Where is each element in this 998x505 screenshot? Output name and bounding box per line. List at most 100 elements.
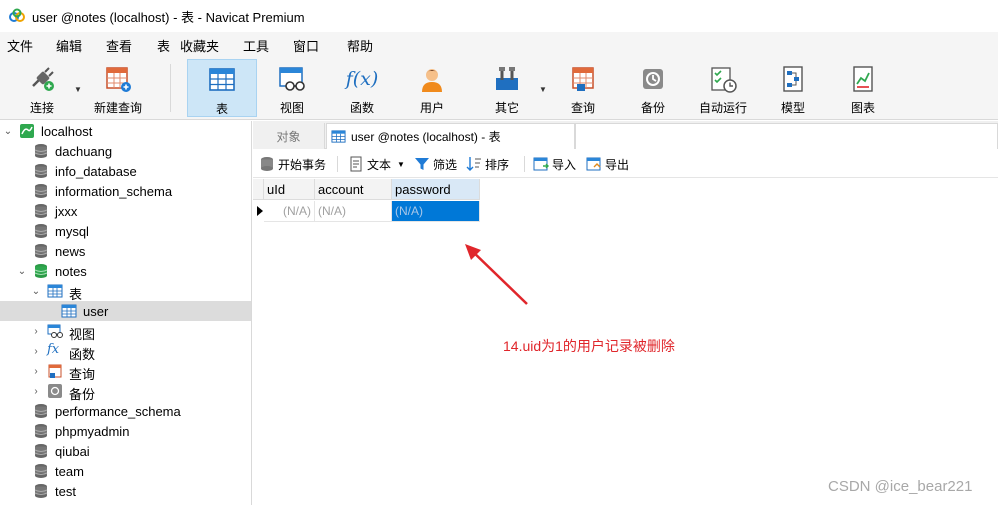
database-icon xyxy=(34,244,48,258)
new-query-button[interactable]: 新建查询 xyxy=(90,59,146,117)
column-header-account[interactable]: account xyxy=(315,179,392,200)
query-label: 查询 xyxy=(570,101,595,115)
text-button[interactable]: 文本 ▼ xyxy=(348,155,405,173)
function-label: 函数 xyxy=(349,101,374,115)
table-button[interactable]: 表 xyxy=(187,59,257,117)
query-button[interactable]: 查询 xyxy=(554,59,612,117)
import-label: 导入 xyxy=(552,157,577,172)
other-dropdown-icon[interactable]: ▼ xyxy=(539,85,547,94)
other-label: 其它 xyxy=(494,101,519,115)
tree-db-team[interactable]: team xyxy=(0,461,251,481)
navicat-window: user @notes (localhost) - 表 - Navicat Pr… xyxy=(0,0,998,505)
tree-label: qiubai xyxy=(55,444,90,459)
tree-label: team xyxy=(55,464,84,479)
begin-transaction-button[interactable]: 开始事务 xyxy=(259,155,326,173)
database-icon xyxy=(34,144,48,158)
tree-table-user[interactable]: user xyxy=(0,301,251,321)
import-button[interactable]: 导入 xyxy=(533,155,576,173)
menu-view[interactable]: 查看 xyxy=(106,36,132,55)
text-dropdown-icon[interactable]: ▼ xyxy=(397,160,405,169)
menu-file[interactable]: 文件 xyxy=(7,36,33,55)
tree-db-performance-schema[interactable]: performance_schema xyxy=(0,401,251,421)
cell-account[interactable]: (N/A) xyxy=(315,201,392,222)
table-icon xyxy=(61,304,77,318)
menu-favorites[interactable]: 收藏夹 xyxy=(180,36,219,55)
sort-button[interactable]: 排序 xyxy=(466,155,509,173)
menu-tools[interactable]: 工具 xyxy=(243,36,269,55)
tree-db-notes[interactable]: ⌄ notes xyxy=(0,261,251,281)
tree-label: localhost xyxy=(41,124,93,139)
watermark: CSDN @ice_bear221 xyxy=(828,478,973,495)
function-button[interactable]: f(x) 函数 xyxy=(333,59,391,117)
database-icon xyxy=(34,444,48,458)
user-button[interactable]: 用户 xyxy=(403,59,461,117)
view-button[interactable]: 视图 xyxy=(263,59,321,117)
export-button[interactable]: 导出 xyxy=(586,155,629,173)
tree-group-tables[interactable]: ⌄ 表 xyxy=(0,281,251,302)
backup-button[interactable]: 备份 xyxy=(624,59,682,117)
chart-button[interactable]: 图表 xyxy=(834,59,892,117)
model-button[interactable]: 模型 xyxy=(764,59,822,117)
tree-db-jxxx[interactable]: jxxx xyxy=(0,201,251,221)
chevron-right-icon[interactable]: › xyxy=(30,341,42,361)
tree-label: performance_schema xyxy=(55,404,181,419)
tree-group-queries[interactable]: › 查询 xyxy=(0,361,251,382)
tree-group-views[interactable]: › 视图 xyxy=(0,321,251,342)
filter-button[interactable]: 筛选 xyxy=(414,155,457,173)
connect-button[interactable]: 连接 xyxy=(18,59,66,117)
export-icon xyxy=(586,156,602,172)
menu-table[interactable]: 表 xyxy=(157,36,170,55)
other-button[interactable]: 其它 xyxy=(478,59,536,117)
chevron-right-icon[interactable]: › xyxy=(30,361,42,381)
toolbar-separator xyxy=(170,64,171,112)
annotation-text: 14.uid为1的用户记录被删除 xyxy=(503,338,675,354)
tab-label: user @notes (localhost) - 表 xyxy=(351,130,501,144)
chevron-right-icon[interactable]: › xyxy=(30,321,42,341)
database-icon xyxy=(34,164,48,178)
tree-group-functions[interactable]: › fx 函数 xyxy=(0,341,251,362)
document-icon xyxy=(348,156,364,172)
import-icon xyxy=(533,156,549,172)
database-icon xyxy=(34,184,48,198)
tab-user-table[interactable]: user @notes (localhost) - 表 xyxy=(326,123,575,149)
query-icon xyxy=(572,67,594,91)
column-header-password[interactable]: password xyxy=(392,179,480,200)
chevron-down-icon[interactable]: ⌄ xyxy=(2,121,14,141)
cell-password[interactable]: (N/A) xyxy=(392,201,480,222)
tree-db-info-database[interactable]: info_database xyxy=(0,161,251,181)
tree-db-phpmyadmin[interactable]: phpmyadmin xyxy=(0,421,251,441)
menu-help[interactable]: 帮助 xyxy=(347,36,373,55)
main-toolbar: 连接 ▼ 新建查询 表 视图 f(x) 函数 用户 其它 ▼ 查询 备份 自动运… xyxy=(0,56,998,120)
tree-db-news[interactable]: news xyxy=(0,241,251,261)
query-icon xyxy=(48,364,62,378)
model-icon xyxy=(783,66,803,92)
current-row-indicator-icon xyxy=(257,206,263,216)
transaction-icon xyxy=(259,156,275,172)
autorun-button[interactable]: 自动运行 xyxy=(694,59,752,117)
chevron-down-icon[interactable]: ⌄ xyxy=(16,261,28,281)
menu-window[interactable]: 窗口 xyxy=(293,36,319,55)
table-toolbar: 开始事务 文本 ▼ 筛选 排序 导入 导出 xyxy=(253,150,998,178)
title-bar: user @notes (localhost) - 表 - Navicat Pr… xyxy=(0,0,998,32)
cell-uid[interactable]: (N/A) xyxy=(264,201,315,222)
tree-db-qiubai[interactable]: qiubai xyxy=(0,441,251,461)
tree-db-test[interactable]: test xyxy=(0,481,251,501)
chevron-down-icon[interactable]: ⌄ xyxy=(30,281,42,301)
connect-dropdown-icon[interactable]: ▼ xyxy=(74,85,82,94)
toolbar-separator xyxy=(337,156,338,172)
chevron-right-icon[interactable]: › xyxy=(30,381,42,401)
table-icon xyxy=(209,68,235,91)
editor-tab-bar: 对象 user @notes (localhost) - 表 xyxy=(253,121,998,149)
tree-db-mysql[interactable]: mysql xyxy=(0,221,251,241)
column-header-uid[interactable]: uId xyxy=(264,179,315,200)
tree-connection-localhost[interactable]: ⌄ localhost xyxy=(0,121,251,141)
tree-label: notes xyxy=(55,264,87,279)
tab-objects[interactable]: 对象 xyxy=(253,123,325,149)
menu-edit[interactable]: 编辑 xyxy=(56,36,82,55)
tree-db-dachuang[interactable]: dachuang xyxy=(0,141,251,161)
tree-group-backups[interactable]: › 备份 xyxy=(0,381,251,402)
tree-db-information-schema[interactable]: information_schema xyxy=(0,181,251,201)
function-icon: f(x) xyxy=(345,68,379,90)
database-icon xyxy=(34,204,48,218)
table-icon xyxy=(331,130,346,143)
